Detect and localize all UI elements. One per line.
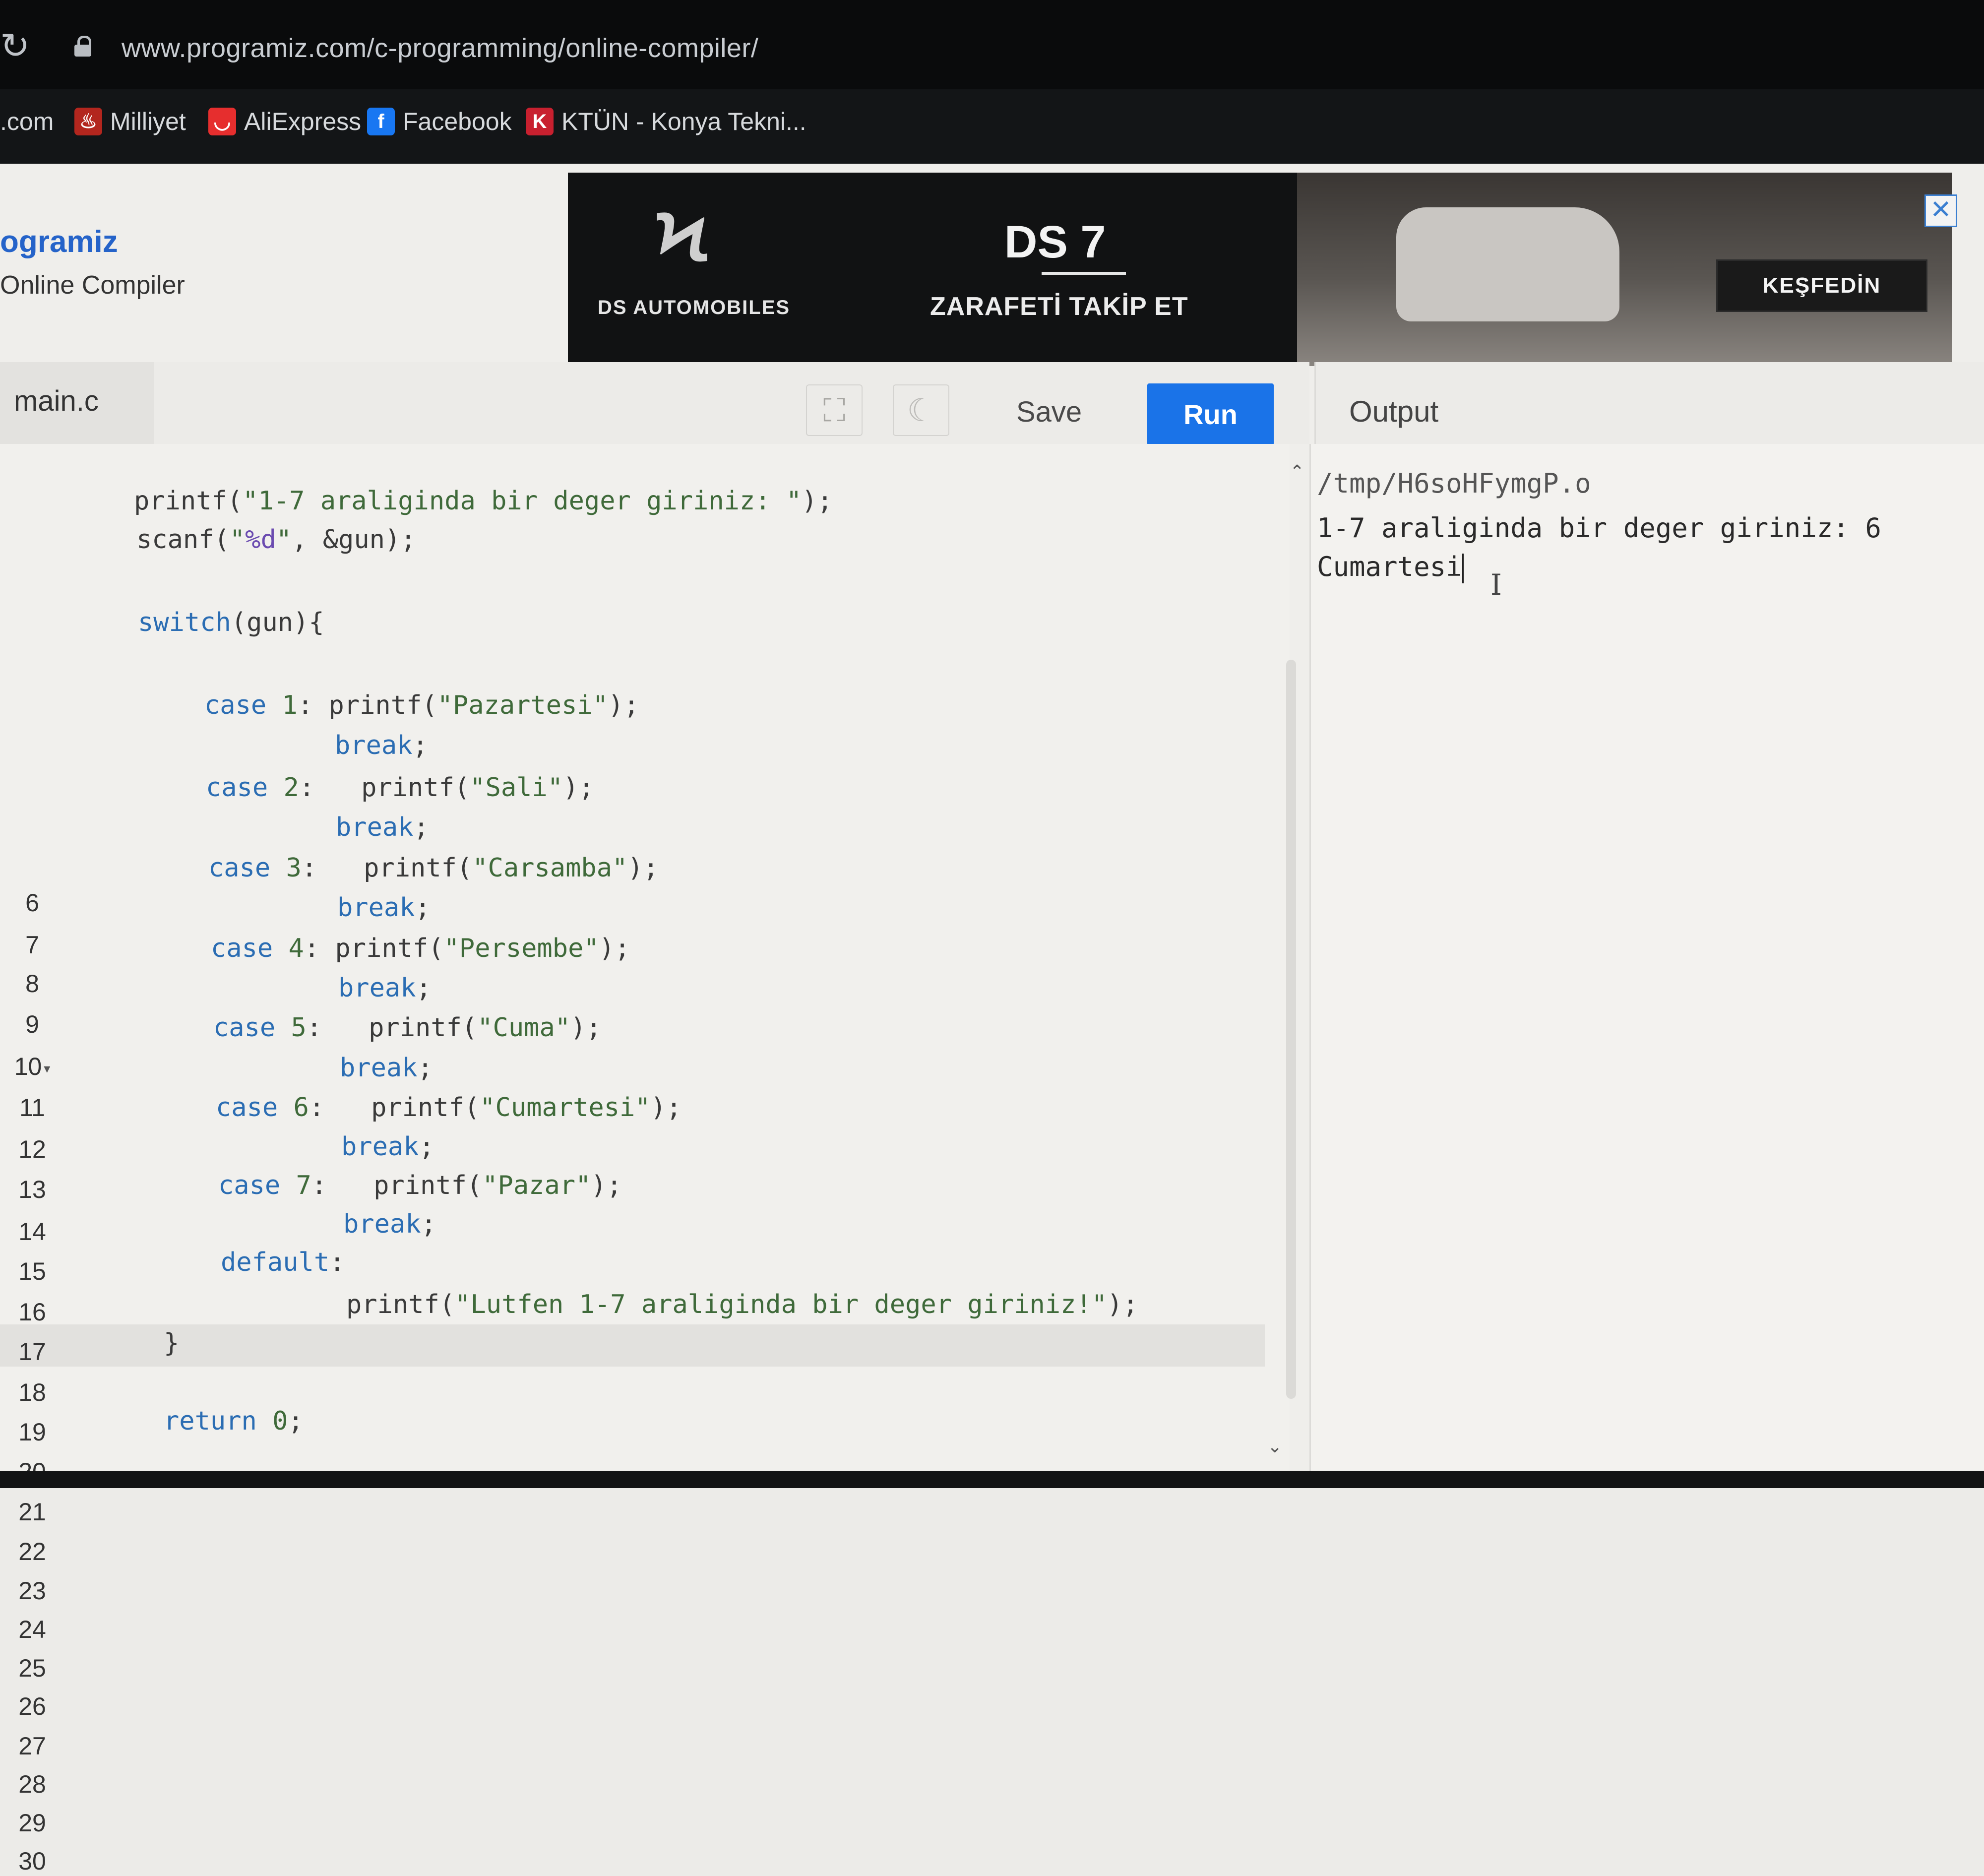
ad-cta-button[interactable]: KEŞFEDİN: [1716, 259, 1927, 312]
code-line: printf("1-7 araliginda bir deger giriniz…: [134, 486, 833, 516]
output-title: Output: [1349, 395, 1439, 428]
facebook-icon: f: [367, 108, 395, 135]
output-line: 1-7 araliginda bir deger giriniz: 6: [1317, 512, 1881, 544]
fullscreen-icon[interactable]: ⛶: [806, 384, 863, 436]
line-number: 18: [18, 1378, 46, 1406]
line-number: 11: [19, 1094, 45, 1122]
code-line: break;: [336, 813, 429, 842]
line-number: 21: [18, 1498, 46, 1526]
line-number: 25: [18, 1654, 46, 1682]
bookmark-facebook[interactable]: f Facebook: [367, 102, 512, 141]
line-number: 27: [18, 1732, 46, 1760]
file-tab-label: main.c: [14, 385, 99, 417]
close-icon[interactable]: ✕: [1924, 194, 1957, 227]
line-number: 9: [25, 1010, 39, 1038]
output-line: /tmp/H6soHFymgP.o: [1317, 468, 1591, 499]
code-line: case 5: printf("Cuma");: [213, 1013, 602, 1043]
lock-icon[interactable]: [74, 36, 91, 57]
bookmark-label: KTÜN - Konya Tekni...: [561, 108, 806, 135]
line-number: 30: [18, 1847, 46, 1875]
address-bar[interactable]: www.programiz.com/c-programming/online-c…: [122, 31, 758, 65]
moon-icon[interactable]: ☾: [893, 384, 949, 436]
line-number: 24: [18, 1616, 46, 1643]
code-line: case 1: printf("Pazartesi");: [204, 690, 639, 720]
code-line: }: [164, 1328, 180, 1358]
code-line: case 7: printf("Pazar");: [218, 1171, 622, 1200]
bookmark-milliyet[interactable]: ♨ Milliyet: [74, 102, 186, 141]
text-caret: [1462, 554, 1464, 584]
code-line: case 2: printf("Sali");: [206, 773, 594, 803]
ad-title: DS 7: [1004, 217, 1106, 267]
save-button[interactable]: Save: [992, 382, 1106, 441]
code-line: printf("Lutfen 1-7 araliginda bir deger …: [346, 1290, 1138, 1319]
code-line: break;: [338, 973, 432, 1003]
code-line: break;: [337, 893, 431, 923]
ad-brand: DS AUTOMOBILES: [598, 297, 791, 318]
line-number: 10: [14, 1053, 42, 1080]
line-number: 19: [18, 1418, 46, 1446]
output-line-current[interactable]: Cumartesi: [1317, 550, 1464, 584]
code-line: break;: [335, 731, 428, 760]
line-number: 7: [25, 931, 39, 959]
code-line: break;: [343, 1209, 436, 1239]
ad-banner[interactable]: Ϟ DS AUTOMOBILES DS 7 ZARAFETİ TAKİP ET …: [568, 173, 1952, 366]
line-number: 26: [18, 1692, 46, 1720]
chevron-down-icon[interactable]: ⌄: [1267, 1436, 1282, 1457]
line-number: 13: [18, 1176, 46, 1203]
reload-icon[interactable]: ↻: [0, 28, 30, 64]
line-number: 23: [18, 1577, 46, 1605]
active-line-highlight: [0, 1324, 1265, 1367]
bookmark-label: .com: [0, 108, 54, 135]
milliyet-flame-icon: ♨: [74, 108, 102, 135]
bookmark-aliexpress[interactable]: ◡ AliExpress: [208, 102, 361, 141]
code-line: scanf("%d", &gun);: [136, 525, 416, 555]
code-line: default:: [221, 1248, 345, 1277]
bookmark-ktun[interactable]: K KTÜN - Konya Tekni...: [526, 102, 806, 141]
bookmark-label: AliExpress: [244, 108, 362, 135]
brand-logo[interactable]: ogramiz: [0, 222, 118, 262]
line-number: 15: [18, 1257, 46, 1285]
output-panel[interactable]: [1309, 444, 1984, 1488]
editor-toolbar: [154, 362, 1309, 444]
taskbar-edge: [0, 1471, 1984, 1488]
code-line: switch(gun){: [138, 608, 324, 637]
run-button[interactable]: Run: [1147, 383, 1274, 445]
chevron-up-icon[interactable]: ⌃: [1290, 461, 1304, 482]
ad-divider: [1042, 272, 1126, 275]
code-line: break;: [341, 1132, 434, 1162]
line-number: 14: [18, 1218, 46, 1246]
bookmark-label: Facebook: [403, 108, 512, 135]
bookmark-com[interactable]: .com: [0, 102, 54, 141]
line-number: 8: [25, 970, 39, 998]
code-line: case 6: printf("Cumartesi");: [216, 1093, 682, 1123]
code-line: case 3: printf("Carsamba");: [208, 853, 659, 883]
line-number: 16: [18, 1298, 46, 1326]
code-line: case 4: printf("Persembe");: [211, 934, 630, 963]
ktun-icon: K: [526, 108, 554, 135]
line-number: 6: [25, 889, 39, 917]
code-line: return 0;: [164, 1406, 304, 1436]
line-number: 28: [18, 1770, 46, 1798]
bookmark-label: Milliyet: [110, 108, 186, 135]
line-number: 29: [18, 1809, 46, 1837]
line-gutter: 6 7 8 9 10 ▾ 11 12 13 14 15 16 17 18 19 2…: [0, 444, 64, 1875]
fold-arrow-icon[interactable]: ▾: [44, 1061, 50, 1076]
line-number: 12: [18, 1135, 46, 1163]
ibeam-cursor-icon: I: [1490, 568, 1502, 602]
brand-subtitle: Online Compiler: [0, 271, 185, 300]
ad-tagline: ZARAFETİ TAKİP ET: [930, 292, 1188, 321]
aliexpress-icon: ◡: [208, 108, 236, 135]
line-number: 17: [18, 1338, 46, 1366]
line-number: 22: [18, 1538, 46, 1565]
code-line: break;: [340, 1053, 433, 1083]
ds-logo-icon: Ϟ: [656, 198, 708, 276]
editor-scrollbar[interactable]: [1286, 660, 1296, 1399]
line-number-fold[interactable]: 10 ▾: [0, 1052, 64, 1083]
